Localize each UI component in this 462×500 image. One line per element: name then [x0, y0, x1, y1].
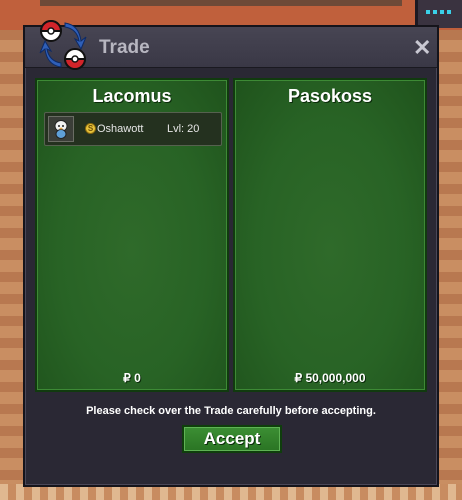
pokemon-name: Oshawott — [97, 123, 144, 135]
oshawott-sprite-icon — [48, 116, 74, 142]
trade-swap-icon — [39, 20, 87, 70]
accept-button[interactable]: Accept — [182, 425, 282, 453]
offered-pokemon-slot[interactable]: S Oshawott Lvl: 20 — [44, 112, 222, 146]
wall-edge — [40, 0, 402, 6]
partner-offer-panel: Pasokoss ₽ 50,000,000 — [233, 78, 427, 392]
trade-notice: Please check over the Trade carefully be… — [86, 405, 376, 417]
right-player-name: Pasokoss — [287, 86, 373, 106]
pc-machine — [415, 0, 462, 28]
window-title: Trade — [99, 37, 150, 58]
own-offer-panel: Lacomus S Oshawott Lvl: 20 ₽ 0 — [35, 78, 229, 392]
currency-coin-icon: S — [85, 123, 96, 134]
left-money-offer: ₽ 0 — [123, 371, 141, 385]
left-player-name: Lacomus — [92, 86, 172, 106]
close-button[interactable]: ✕ — [413, 37, 431, 59]
trade-window: Trade ✕ Lacomus S Oshawott Lvl: 20 ₽ 0 P… — [23, 20, 439, 487]
pokemon-level: Lvl: 20 — [167, 123, 200, 135]
right-wall-planks — [436, 30, 462, 500]
right-money-offer: ₽ 50,000,000 — [294, 371, 366, 385]
